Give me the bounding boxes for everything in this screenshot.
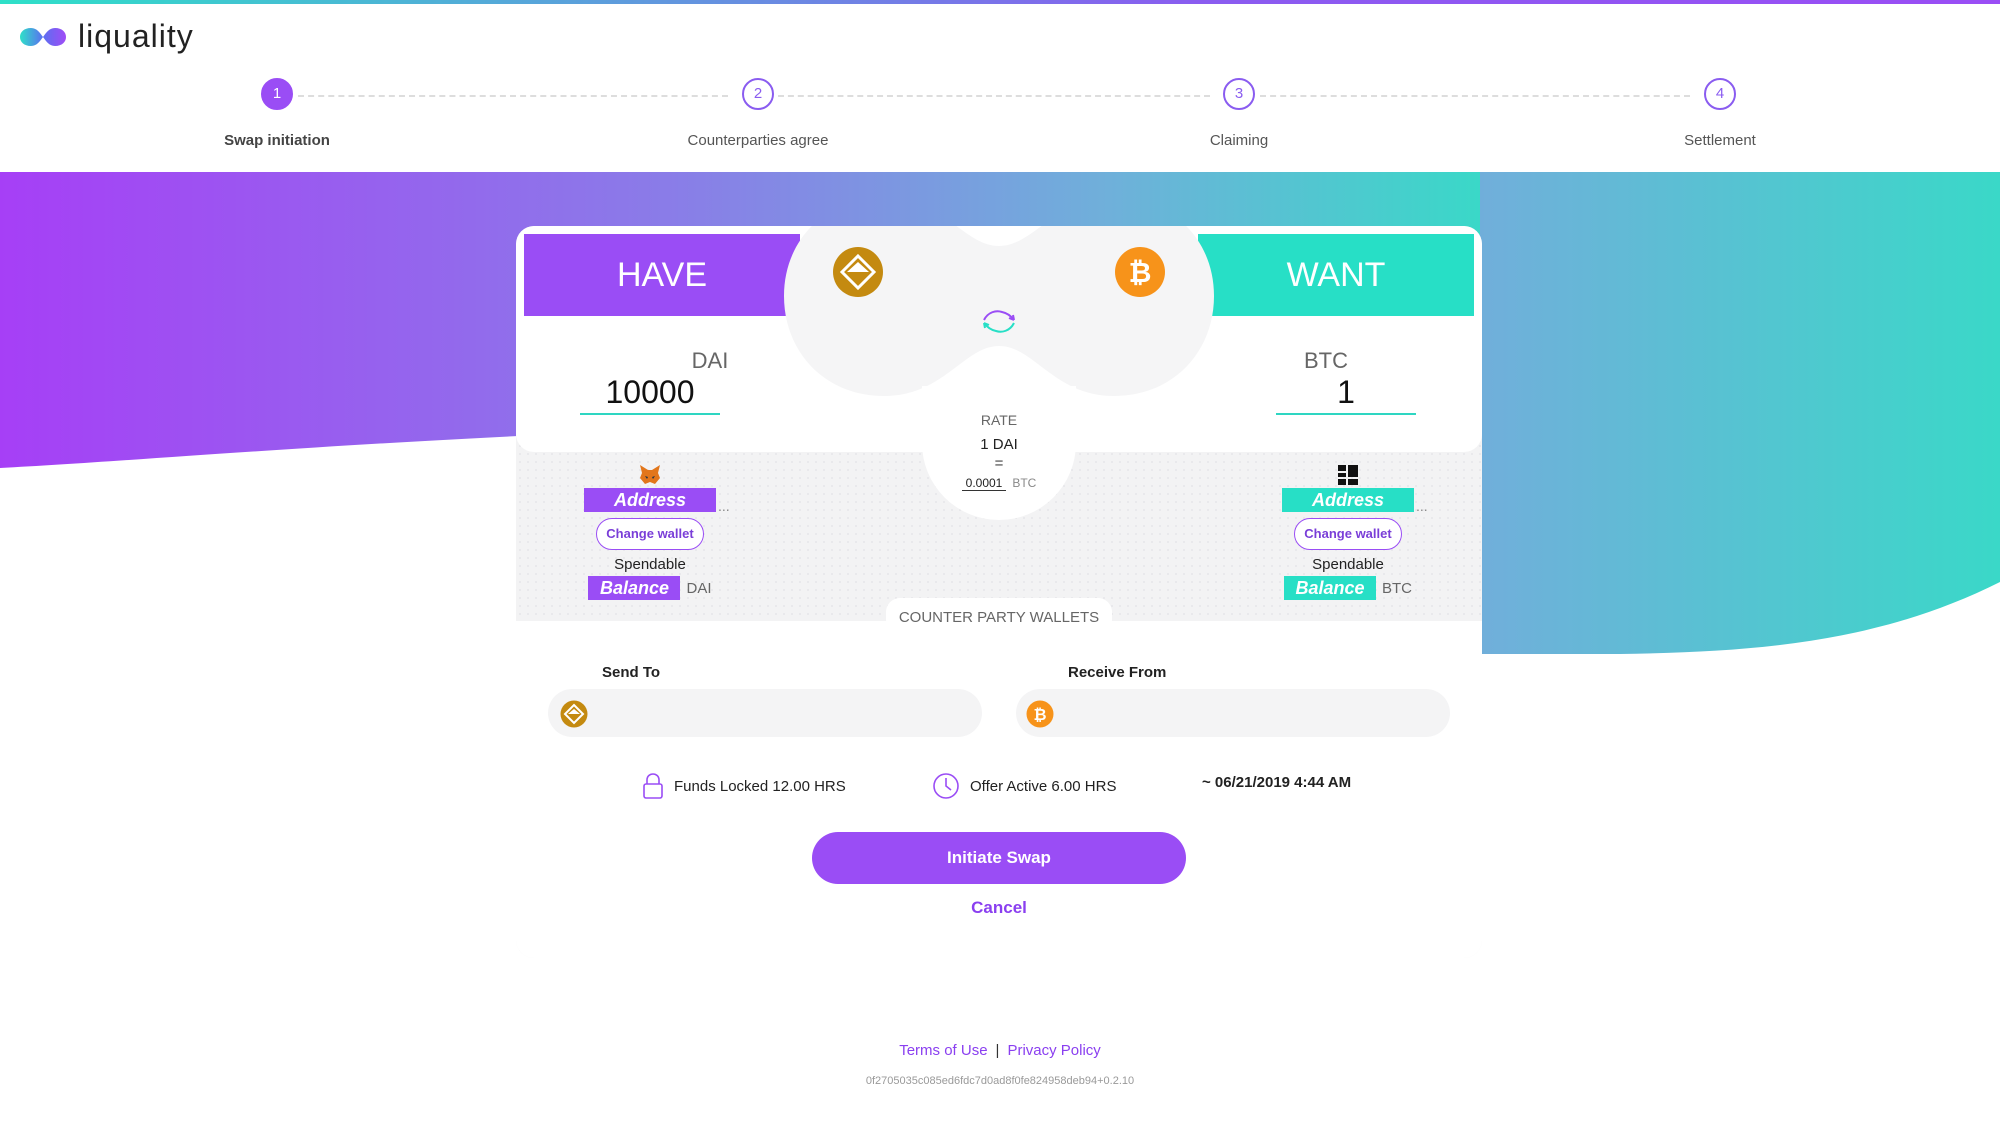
have-tab: HAVE: [524, 234, 800, 316]
receive-from-input[interactable]: [1016, 689, 1450, 737]
rate-from: 1 DAI: [980, 436, 1018, 453]
send-to-input[interactable]: [548, 689, 982, 737]
rate-panel: RATE 1 DAI = 0.0001 BTC: [924, 398, 1074, 538]
want-tab: WANT: [1198, 234, 1474, 316]
want-balance-unit: BTC: [1382, 579, 1412, 597]
have-balance: Balance: [588, 576, 681, 600]
footer: Terms of Use | Privacy Policy: [0, 1042, 2000, 1059]
swap-arrows-icon[interactable]: [978, 306, 1020, 336]
footer-separator: |: [995, 1042, 1000, 1059]
offer-active-text: Offer Active 6.00 HRS: [970, 777, 1117, 795]
offer-active: Offer Active 6.00 HRS: [932, 772, 1116, 800]
dai-icon: [560, 700, 588, 728]
send-to-label: Send To: [602, 664, 661, 681]
have-change-wallet-button[interactable]: Change wallet: [596, 518, 704, 550]
step-label: Swap initiation: [224, 132, 330, 149]
want-change-wallet-button[interactable]: Change wallet: [1294, 518, 1402, 550]
privacy-policy-link[interactable]: Privacy Policy: [1007, 1042, 1100, 1059]
step-number: 1: [261, 78, 293, 110]
have-address[interactable]: Address: [584, 488, 716, 512]
step-number: 3: [1223, 78, 1255, 110]
want-amount-input[interactable]: 1: [1276, 374, 1416, 415]
want-spendable-label: Spendable: [1312, 556, 1384, 573]
svg-text:₿: ₿: [1033, 706, 1046, 724]
ledger-icon: [1338, 465, 1358, 485]
step-3: 3 Claiming: [1089, 78, 1389, 149]
initiate-swap-button[interactable]: Initiate Swap: [812, 832, 1186, 884]
brand-name: liquality: [78, 18, 194, 54]
want-balance: Balance: [1284, 576, 1376, 600]
step-label: Counterparties agree: [687, 132, 829, 149]
funds-locked: Funds Locked 12.00 HRS: [642, 772, 846, 800]
want-address-ellipsis: ...: [1416, 498, 1428, 514]
bitcoin-icon: ₿: [1026, 700, 1054, 728]
top-accent-bar: [0, 0, 2000, 4]
funds-locked-text: Funds Locked 12.00 HRS: [674, 777, 846, 795]
want-address[interactable]: Address: [1282, 488, 1414, 512]
swap-card: HAVE WANT ₿ DAI 10000 BTC 1 RATE 1 DAI =…: [516, 226, 1482, 958]
have-balance-unit: DAI: [686, 579, 712, 597]
cancel-link[interactable]: Cancel: [899, 898, 1099, 918]
rate-unit: BTC: [1012, 476, 1037, 490]
counterparty-title: COUNTER PARTY WALLETS: [886, 598, 1112, 634]
have-amount-input[interactable]: 10000: [580, 374, 720, 415]
step-2: 2 Counterparties agree: [608, 78, 908, 149]
receive-from-label: Receive From: [1068, 664, 1167, 681]
have-spendable-label: Spendable: [614, 556, 686, 573]
step-number: 4: [1704, 78, 1736, 110]
liquality-logo-icon: [20, 27, 66, 46]
have-wallet: Address ... Change wallet Spendable Bala…: [550, 464, 750, 600]
step-4: 4 Settlement: [1570, 78, 1870, 149]
want-asset-code: BTC: [1304, 348, 1348, 373]
step-1: 1 Swap initiation: [127, 78, 427, 149]
want-wallet: Address ... Change wallet Spendable Bala…: [1248, 464, 1448, 600]
bitcoin-icon: ₿: [1115, 247, 1165, 297]
version-hash: 0f2705035c085ed6fdc7d0ad8f0fe824958deb94…: [865, 1075, 1135, 1087]
terms-of-use-link[interactable]: Terms of Use: [899, 1042, 987, 1059]
rate-value-input[interactable]: 0.0001: [961, 476, 1007, 491]
have-address-ellipsis: ...: [718, 498, 730, 514]
lock-icon: [643, 773, 663, 799]
clock-icon: [933, 773, 959, 799]
step-number: 2: [742, 78, 774, 110]
metamask-fox-icon: [640, 465, 660, 484]
step-label: Settlement: [1684, 132, 1756, 149]
have-asset-code: DAI: [691, 348, 729, 373]
rate-label: RATE: [980, 412, 1018, 428]
rate-equals: =: [994, 455, 1004, 472]
svg-text:₿: ₿: [1129, 257, 1152, 288]
dai-icon: [833, 247, 883, 297]
expiry-date: ~ 06/21/2019 4:44 AM: [1202, 774, 1352, 791]
brand-logo[interactable]: liquality: [18, 18, 194, 55]
step-label: Claiming: [1209, 132, 1269, 149]
